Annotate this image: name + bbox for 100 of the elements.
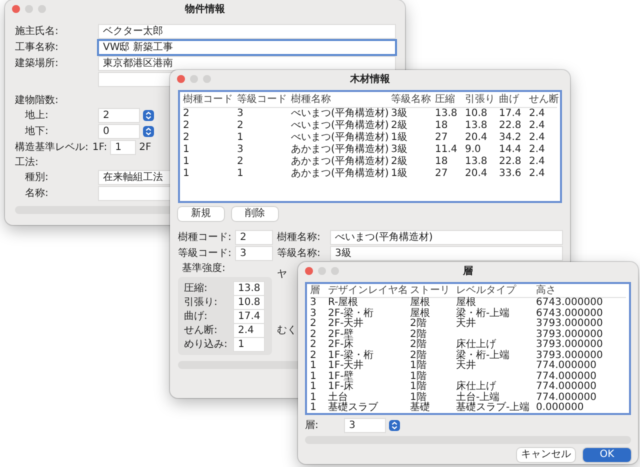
text-field[interactable]: 2: [236, 230, 272, 244]
text-field[interactable]: 2.4: [234, 324, 264, 336]
table-cell-text: 3: [237, 144, 244, 156]
column-header[interactable]: 圧縮: [435, 93, 465, 107]
text-field[interactable]: 10.8: [234, 296, 264, 308]
table-cell-text: 20.4: [465, 132, 488, 144]
table-cell-text: 10.8: [465, 108, 488, 120]
column-header[interactable]: 引張り: [465, 93, 499, 107]
table-cell-text: 床仕上げ: [456, 382, 496, 392]
column-header[interactable]: せん断: [529, 93, 559, 107]
text-field[interactable]: ベクター太郎: [99, 24, 395, 38]
table-cell-text: 1: [310, 361, 318, 372]
text-field[interactable]: 1: [111, 140, 136, 154]
table-cell-text: 2: [183, 132, 190, 144]
text-field[interactable]: 0: [99, 124, 139, 138]
text-field[interactable]: 3級: [331, 246, 562, 260]
table-cell-text: あかまつ(平角構造材): [291, 144, 390, 156]
table-cell-text: 土台-上端: [456, 392, 500, 402]
table-cell-text: 3793.000000: [536, 319, 604, 330]
table-cell-text: 2: [183, 120, 190, 132]
close-button[interactable]: [305, 266, 313, 274]
column-header[interactable]: 曲げ: [499, 93, 529, 107]
table-cell-text: 2F-梁・桁: [328, 308, 375, 318]
window-title: 木材情報: [350, 72, 390, 86]
section-label: 基準強度:: [181, 262, 226, 275]
table-cell-text: 3793.000000: [536, 340, 604, 350]
field-label: 樹種コード:: [178, 230, 232, 244]
table-cell-text: 18: [435, 156, 449, 168]
table-cell-text: 天井: [456, 361, 477, 372]
column-header[interactable]: 高さ: [536, 285, 608, 297]
text-field[interactable]: VW邸 新築工事: [99, 40, 395, 54]
field-label: むく: [277, 324, 297, 337]
table-cell-text: 1F-梁・桁: [328, 350, 375, 360]
column-header[interactable]: デザインレイヤ名: [328, 285, 410, 297]
table-cell-text: 2: [310, 340, 318, 350]
table-cell-text: 774.000000: [536, 372, 598, 382]
table-cell-text: 33.6: [499, 168, 522, 180]
table-cell-text: 1: [310, 382, 318, 392]
text-field[interactable]: べいまつ(平角構造材): [331, 230, 562, 244]
table-cell-text: 基礎スラブ: [328, 403, 379, 414]
column-header[interactable]: 等級コード: [237, 93, 291, 107]
close-button[interactable]: [177, 74, 185, 82]
field-label: 樹種名称:: [277, 230, 322, 244]
data-table[interactable]: [305, 282, 631, 415]
table-cell-text: 1: [237, 168, 244, 180]
field-label: 構造基準レベル:: [15, 140, 88, 154]
table-cell-text: 3級: [391, 144, 408, 156]
stepper-icon[interactable]: [389, 420, 400, 430]
ok-button[interactable]: OK: [583, 448, 631, 462]
field-label: 層:: [305, 419, 320, 432]
table-cell-text: 屋根: [410, 298, 431, 308]
section-label: 工法:: [15, 156, 38, 169]
column-header[interactable]: 等級名称: [391, 93, 435, 107]
text-field[interactable]: 3: [345, 418, 385, 432]
stepper-icon[interactable]: [143, 110, 154, 120]
table-cell-text: 2: [310, 319, 318, 330]
cancel-button[interactable]: キャンセル: [517, 448, 575, 462]
stepper-icon[interactable]: [143, 126, 154, 136]
table-action-button[interactable]: 新規: [178, 207, 224, 221]
table-cell-text: 13.8: [435, 108, 458, 120]
table-cell-text: 6743.000000: [536, 298, 604, 308]
table-cell-text: 床仕上げ: [456, 340, 496, 350]
table-cell-text: 2.4: [529, 156, 546, 168]
column-header[interactable]: ストーリ: [410, 285, 456, 297]
column-header[interactable]: 樹種コード: [183, 93, 237, 107]
table-cell-text: 2: [183, 108, 190, 120]
text-field[interactable]: 東京都港区港南: [99, 56, 395, 70]
column-header[interactable]: レベルタイプ: [456, 285, 536, 297]
table-cell-text: 屋根: [456, 298, 476, 308]
table-cell-text: 2.4: [529, 144, 546, 156]
field-label: 名称:: [24, 187, 50, 200]
table-cell-text: 2F-天井: [328, 319, 365, 329]
data-table[interactable]: [178, 90, 562, 203]
column-header[interactable]: 層: [310, 285, 328, 297]
text-field[interactable]: 13.8: [234, 282, 264, 294]
table-cell-text: 1級: [391, 132, 408, 144]
field-label: 施主氏名:: [15, 24, 60, 38]
table-cell-text: 34.2: [499, 132, 522, 144]
table-cell-text: 774.000000: [536, 361, 598, 372]
table-cell-text: 屋根: [410, 308, 431, 318]
table-cell-text: 2級: [391, 120, 408, 132]
table-cell-text: 2: [310, 330, 318, 340]
text-field[interactable]: 1: [234, 338, 264, 350]
column-header[interactable]: 樹種名称: [291, 93, 391, 107]
table-cell-text: 6743.000000: [536, 308, 604, 318]
close-button[interactable]: [12, 4, 20, 12]
table-cell-text: 14.4: [499, 144, 522, 156]
table-cell-text: 17.4: [499, 108, 522, 120]
table-action-button[interactable]: 削除: [232, 207, 278, 221]
field-label: 等級名称:: [277, 247, 322, 260]
text-field[interactable]: 3: [236, 246, 272, 260]
table-cell-text: 2: [237, 120, 244, 132]
table-cell-text: 2階: [410, 350, 428, 360]
field-label: 工事名称:: [15, 40, 60, 54]
text-field[interactable]: 17.4: [234, 310, 264, 322]
table-cell-text: 土台: [328, 392, 349, 402]
text-field[interactable]: 2: [99, 108, 139, 122]
table-cell-text: 1F-床: [328, 382, 355, 392]
field-label: 等級コード:: [178, 247, 232, 260]
field-label: 1F:: [92, 142, 108, 152]
